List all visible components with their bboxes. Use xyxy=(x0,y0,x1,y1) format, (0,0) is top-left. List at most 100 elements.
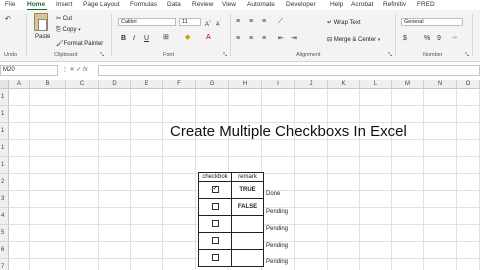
column-header-m[interactable]: M xyxy=(392,80,424,89)
row-header[interactable]: 7 xyxy=(0,259,9,270)
checkbox-unchecked[interactable] xyxy=(211,203,219,211)
status-cell[interactable]: Pending xyxy=(266,226,288,232)
checkbox-cell[interactable] xyxy=(198,181,232,199)
dialog-launcher-icon[interactable]: ⤡ xyxy=(465,51,469,59)
sheet-title[interactable]: Create Multiple Checkboxs In Excel xyxy=(170,123,407,140)
row-header[interactable]: 1 xyxy=(0,140,9,157)
row-header[interactable]: 6 xyxy=(0,242,9,259)
tab-file[interactable]: File xyxy=(5,0,15,10)
checkbox-unchecked[interactable] xyxy=(211,237,219,245)
checkbox-unchecked[interactable] xyxy=(211,254,219,262)
undo-icon[interactable]: ↶ xyxy=(5,16,11,24)
column-header-h[interactable]: H xyxy=(229,80,262,89)
column-header-b[interactable]: B xyxy=(30,80,66,89)
header-remark[interactable]: remark xyxy=(231,172,264,182)
dialog-launcher-icon[interactable]: ⤡ xyxy=(388,51,392,59)
remark-cell[interactable]: FALSE xyxy=(231,198,264,216)
row-header[interactable]: 1 xyxy=(0,157,9,174)
format-painter-button[interactable]: 🖌Format Painter xyxy=(56,40,103,47)
comma-style-button[interactable]: 9 xyxy=(437,35,441,43)
bold-button[interactable]: B xyxy=(121,35,126,43)
remark-cell[interactable] xyxy=(231,232,264,250)
status-cell[interactable]: Pending xyxy=(266,243,288,249)
row-header[interactable]: 1 xyxy=(0,106,9,123)
checkbox-cell[interactable] xyxy=(198,232,232,250)
select-all-corner[interactable] xyxy=(0,80,9,89)
status-cell[interactable]: Done xyxy=(266,191,280,197)
tab-page-layout[interactable]: Page Layout xyxy=(83,0,120,10)
column-header-d[interactable]: D xyxy=(99,80,131,89)
dialog-launcher-icon[interactable]: ⤡ xyxy=(223,51,227,59)
column-header-g[interactable]: G xyxy=(196,80,229,89)
orientation-icon[interactable]: ⟋ xyxy=(278,18,283,26)
increase-indent-icon[interactable]: ⇥ xyxy=(291,35,297,43)
grow-font-button[interactable]: A^ xyxy=(205,18,211,29)
shrink-font-button[interactable]: Aˇ xyxy=(216,18,221,29)
column-header-j[interactable]: J xyxy=(295,80,328,89)
column-header-e[interactable]: E xyxy=(131,80,163,89)
checkbox-cell[interactable] xyxy=(198,249,232,267)
tab-insert[interactable]: Insert xyxy=(56,0,72,10)
column-header-f[interactable]: F xyxy=(163,80,196,89)
row-header[interactable]: 1 xyxy=(0,89,9,106)
row-header[interactable]: 2 xyxy=(0,174,9,191)
align-middle-icon[interactable]: ≡ xyxy=(249,18,253,26)
font-name-select[interactable]: Calibri xyxy=(118,18,176,26)
underline-button[interactable]: U xyxy=(144,35,149,43)
checkbox-unchecked[interactable] xyxy=(211,220,219,228)
tab-refinitiv[interactable]: Refinitiv xyxy=(383,0,406,10)
tab-data[interactable]: Data xyxy=(167,0,181,10)
font-color-icon[interactable]: A xyxy=(206,34,211,42)
column-header-k[interactable]: K xyxy=(328,80,360,89)
checkbox-checked[interactable] xyxy=(211,184,219,194)
tab-developer[interactable]: Developer xyxy=(286,0,316,10)
header-checkbox[interactable]: checkbok xyxy=(198,172,232,182)
column-header-a[interactable]: A xyxy=(9,80,30,89)
tab-help[interactable]: Help xyxy=(330,0,343,10)
fill-color-icon[interactable]: ◆ xyxy=(185,34,190,42)
wrap-text-button[interactable]: ↵ Wrap Text xyxy=(327,19,361,26)
tab-fred[interactable]: FRED xyxy=(417,0,435,10)
remark-cell[interactable] xyxy=(231,215,264,233)
number-format-select[interactable]: General xyxy=(401,18,463,26)
borders-icon[interactable]: ⊞ xyxy=(163,34,169,42)
percent-button[interactable]: % xyxy=(424,35,430,43)
name-box[interactable]: M20 xyxy=(0,65,58,76)
column-header-n[interactable]: N xyxy=(424,80,457,89)
row-header[interactable]: 1 xyxy=(0,123,9,140)
dialog-launcher-icon[interactable]: ⤡ xyxy=(100,51,104,59)
remark-cell[interactable]: TRUE xyxy=(231,181,264,199)
cancel-icon[interactable]: ✕ xyxy=(70,67,75,73)
row-header[interactable]: 5 xyxy=(0,225,9,242)
column-header-o[interactable]: O xyxy=(457,80,480,89)
status-cell[interactable]: Pending xyxy=(266,259,288,265)
remark-cell[interactable] xyxy=(231,249,264,267)
row-header[interactable]: 3 xyxy=(0,191,9,208)
column-header-i[interactable]: I xyxy=(262,80,295,89)
tab-acrobat[interactable]: Acrobat xyxy=(351,0,373,10)
formula-input[interactable] xyxy=(98,65,480,76)
align-bottom-icon[interactable]: ≡ xyxy=(262,18,266,26)
checkbox-cell[interactable] xyxy=(198,198,232,216)
enter-icon[interactable]: ✓ xyxy=(76,67,81,73)
tab-view[interactable]: View xyxy=(222,0,236,10)
tab-review[interactable]: Review xyxy=(192,0,213,10)
row-header[interactable]: 4 xyxy=(0,208,9,225)
italic-button[interactable]: I xyxy=(133,35,135,43)
checkbox-cell[interactable] xyxy=(198,215,232,233)
align-left-icon[interactable]: ≡ xyxy=(236,35,240,43)
currency-button[interactable]: $ xyxy=(403,35,407,43)
copy-button[interactable]: ⎘ Copy ▾ xyxy=(56,27,81,34)
align-top-icon[interactable]: ≡ xyxy=(236,18,240,26)
worksheet-grid[interactable]: ABCDEFGHIJKLMNO 11111234567 Create Multi… xyxy=(0,80,480,270)
tab-automate[interactable]: Automate xyxy=(247,0,275,10)
increase-decimal-icon[interactable]: ⁺⁰ xyxy=(452,35,457,43)
status-cell[interactable]: Pending xyxy=(266,209,288,215)
column-header-l[interactable]: L xyxy=(360,80,392,89)
fx-icon[interactable]: fx xyxy=(83,67,88,73)
align-right-icon[interactable]: ≡ xyxy=(262,35,266,43)
cut-button[interactable]: ✂ Cut xyxy=(56,15,72,22)
paste-button[interactable]: Paste xyxy=(29,10,53,50)
column-header-c[interactable]: C xyxy=(66,80,99,89)
tab-formulas[interactable]: Formulas xyxy=(130,0,157,10)
